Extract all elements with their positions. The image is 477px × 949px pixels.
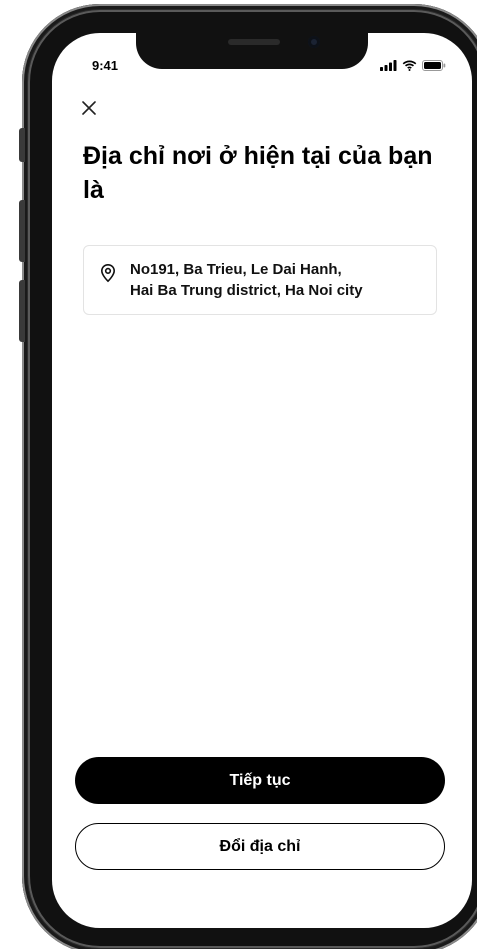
location-pin-icon [100, 263, 116, 283]
phone-screen: 9:41 Địa chỉ nơi ở hiện tại của bạn là N… [52, 33, 472, 928]
cellular-signal-icon [380, 60, 397, 71]
continue-button[interactable]: Tiếp tục [75, 757, 445, 804]
wifi-icon [402, 60, 417, 71]
close-button[interactable] [78, 97, 100, 119]
address-line-2: Hai Ba Trung district, Ha Noi city [130, 282, 363, 299]
address-text: No191, Ba Trieu, Le Dai Hanh, Hai Ba Tru… [130, 259, 363, 301]
close-icon [82, 101, 96, 115]
status-icons [380, 59, 446, 71]
page-title: Địa chỉ nơi ở hiện tại của bạn là [83, 142, 433, 204]
page: 9:41 Địa chỉ nơi ở hiện tại của bạn là N… [0, 0, 477, 949]
change-address-button[interactable]: Đổi địa chỉ [75, 823, 445, 870]
phone-volume-up-button [19, 200, 25, 262]
address-line-1: No191, Ba Trieu, Le Dai Hanh, [130, 261, 342, 278]
front-camera [308, 36, 320, 48]
phone-mute-switch [19, 128, 25, 162]
phone-notch [136, 33, 368, 69]
status-time: 9:41 [92, 58, 119, 73]
address-card[interactable]: No191, Ba Trieu, Le Dai Hanh, Hai Ba Tru… [83, 245, 437, 315]
phone-volume-down-button [19, 280, 25, 342]
battery-icon [422, 60, 446, 71]
speaker-grille [228, 39, 280, 45]
